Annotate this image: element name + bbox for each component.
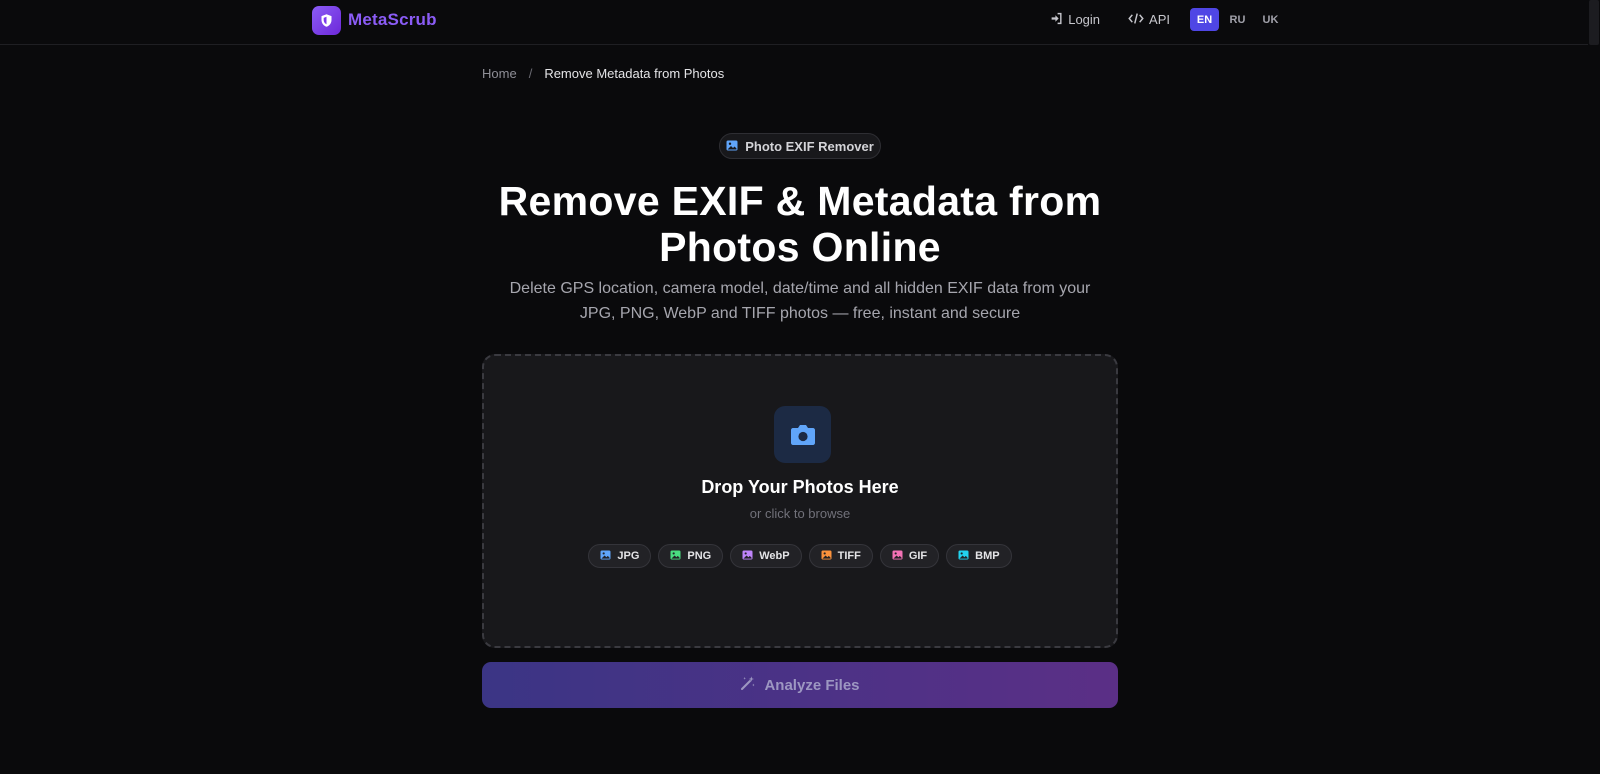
image-icon [670, 549, 681, 563]
breadcrumb: Home / Remove Metadata from Photos [482, 66, 724, 81]
format-chip-jpg: JPG [588, 544, 652, 568]
api-label: API [1149, 12, 1170, 27]
badge-label: Photo EXIF Remover [745, 138, 874, 154]
tool-badge: Photo EXIF Remover [719, 133, 881, 159]
image-icon [600, 549, 611, 563]
breadcrumb-current: Remove Metadata from Photos [544, 66, 725, 81]
image-icon [892, 549, 903, 563]
format-label: GIF [908, 550, 928, 562]
camera-icon [774, 406, 831, 463]
photo-drop-zone[interactable]: Drop Your Photos Here or click to browse… [482, 354, 1118, 648]
supported-formats: JPG PNG WebP TIFF GIF BMP [484, 544, 1116, 568]
scrollbar-thumb[interactable] [1589, 0, 1599, 45]
top-header: MetaScrub Login API EN RU UK [0, 0, 1600, 45]
brand-name: MetaScrub [348, 10, 437, 29]
breadcrumb-separator: / [528, 66, 533, 81]
page-subtitle: Delete GPS location, camera model, date/… [460, 276, 1140, 326]
code-icon [1128, 12, 1144, 28]
page-scrollbar[interactable] [1588, 0, 1600, 774]
language-ru-button[interactable]: RU [1223, 8, 1252, 31]
format-chip-gif: GIF [879, 544, 940, 568]
format-label: TIFF [837, 550, 861, 562]
format-label: JPG [617, 550, 640, 562]
login-icon [1050, 12, 1063, 28]
language-switcher: EN RU UK [1190, 8, 1285, 31]
language-en-button[interactable]: EN [1190, 8, 1219, 31]
drop-zone-title: Drop Your Photos Here [701, 477, 899, 497]
format-chip-bmp: BMP [946, 544, 1012, 568]
format-chip-webp: WebP [730, 544, 802, 568]
language-uk-button[interactable]: UK [1256, 8, 1285, 31]
page-title: Remove EXIF & Metadata from Photos Onlin… [400, 178, 1200, 270]
format-label: WebP [759, 550, 790, 562]
api-link[interactable]: API [1128, 12, 1170, 28]
login-link[interactable]: Login [1050, 12, 1100, 28]
analyze-files-label: Analyze Files [764, 676, 860, 694]
format-chip-tiff: TIFF [808, 544, 873, 568]
page-subtitle-line-2: JPG, PNG, WebP and TIFF photos — free, i… [579, 305, 1021, 322]
header-nav: Login API EN RU UK [1050, 8, 1285, 31]
image-icon [742, 549, 753, 563]
browse-hint: or click to browse [749, 506, 851, 521]
page-subtitle-line-1: Delete GPS location, camera model, date/… [509, 280, 1091, 297]
shield-logo-icon [312, 5, 341, 35]
format-chip-png: PNG [658, 544, 724, 568]
image-icon [821, 549, 832, 563]
format-label: BMP [975, 550, 1000, 562]
breadcrumb-home-link[interactable]: Home [482, 66, 517, 81]
brand-home-link[interactable]: MetaScrub [312, 5, 437, 35]
page-title-line-2: Photos Online [659, 224, 941, 270]
magic-wand-icon [740, 675, 756, 695]
analyze-files-button[interactable]: Analyze Files [482, 662, 1118, 708]
page-title-line-1: Remove EXIF & Metadata from [498, 178, 1102, 224]
image-icon [726, 139, 738, 154]
login-label: Login [1068, 12, 1101, 27]
image-icon [958, 549, 969, 563]
format-label: PNG [687, 550, 712, 562]
